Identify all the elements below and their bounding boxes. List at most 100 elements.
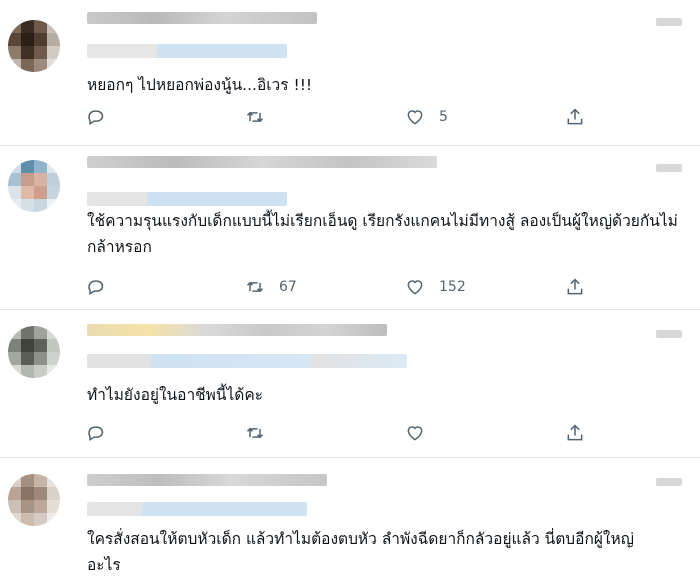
- avatar-pixel: [8, 500, 21, 513]
- tweet-actions: 5: [85, 104, 605, 130]
- like-button[interactable]: [405, 420, 439, 446]
- avatar-pixel: [8, 59, 21, 72]
- more-options-icon[interactable]: [656, 18, 682, 26]
- heart-icon: [407, 280, 423, 295]
- retweet-icon: [246, 111, 264, 123]
- avatar-pixel: [47, 500, 60, 513]
- share-icon: [567, 424, 583, 441]
- avatar-pixel: [21, 160, 34, 173]
- avatar-pixel: [47, 352, 60, 365]
- avatar-pixel: [47, 33, 60, 46]
- tweet-1: หยอกๆ ไปหยอกพ่องนู้น...อิเวร !!! 5: [0, 0, 700, 146]
- blurred-handle: [87, 354, 407, 368]
- avatar-pixel: [8, 513, 21, 526]
- retweet-icon: [246, 281, 264, 293]
- tweet-text: ทำไมยังอยู่ในอาชีพนี้ได้คะ: [87, 386, 264, 404]
- avatar-pixel: [34, 59, 47, 72]
- avatar-pixel: [47, 20, 60, 33]
- avatar-pixel: [47, 173, 60, 186]
- avatar-pixel: [21, 513, 34, 526]
- more-options-icon[interactable]: [656, 330, 682, 338]
- avatar-pixel: [47, 160, 60, 173]
- avatar[interactable]: [8, 474, 60, 526]
- like-button[interactable]: 152: [405, 274, 466, 300]
- retweet-button[interactable]: [245, 104, 279, 130]
- avatar-pixel: [8, 365, 21, 378]
- avatar-pixel: [21, 474, 34, 487]
- avatar-pixel: [34, 487, 47, 500]
- tweet-text: ใช้ความรุนแรงกับเด็กแบบนี้ไม่เรียกเอ็นดู…: [87, 212, 678, 256]
- avatar-pixel: [8, 352, 21, 365]
- avatar-pixel: [8, 20, 21, 33]
- avatar-pixel: [8, 186, 21, 199]
- avatar-pixel: [34, 33, 47, 46]
- avatar-pixel: [8, 199, 21, 212]
- reply-icon: [88, 280, 104, 295]
- share-icon: [567, 108, 583, 125]
- tweet-2: ใช้ความรุนแรงกับเด็กแบบนี้ไม่เรียกเอ็นดู…: [0, 146, 700, 310]
- avatar[interactable]: [8, 160, 60, 212]
- tweet-4: ใครสั่งสอนให้ตบหัวเด็ก แล้วทำไมต้องตบหัว…: [0, 458, 700, 584]
- avatar-pixel: [8, 487, 21, 500]
- reply-button[interactable]: [85, 104, 119, 130]
- avatar-pixel: [34, 474, 47, 487]
- avatar-pixel: [34, 326, 47, 339]
- blurred-handle: [87, 192, 287, 206]
- more-options-icon[interactable]: [656, 164, 682, 172]
- reply-button[interactable]: [85, 274, 119, 300]
- avatar-pixel: [47, 487, 60, 500]
- avatar-pixel: [8, 474, 21, 487]
- avatar-pixel: [21, 365, 34, 378]
- like-count: 152: [439, 279, 466, 295]
- avatar-pixel: [34, 199, 47, 212]
- avatar-pixel: [34, 339, 47, 352]
- more-options-icon[interactable]: [656, 478, 682, 486]
- avatar-pixel: [21, 326, 34, 339]
- blurred-handle: [87, 44, 287, 58]
- like-button[interactable]: 5: [405, 104, 448, 130]
- avatar-pixel: [21, 199, 34, 212]
- avatar-pixel: [21, 500, 34, 513]
- avatar-pixel: [34, 46, 47, 59]
- avatar[interactable]: [8, 20, 60, 72]
- avatar-pixel: [21, 352, 34, 365]
- share-button[interactable]: [565, 274, 585, 300]
- blurred-handle: [87, 502, 307, 516]
- reply-button[interactable]: [85, 420, 119, 446]
- retweet-button[interactable]: 67: [245, 274, 297, 300]
- avatar[interactable]: [8, 326, 60, 378]
- avatar-pixel: [8, 339, 21, 352]
- avatar-pixel: [21, 173, 34, 186]
- avatar-pixel: [34, 20, 47, 33]
- retweet-button[interactable]: [245, 420, 279, 446]
- share-button[interactable]: [565, 420, 585, 446]
- avatar-pixel: [47, 474, 60, 487]
- avatar-pixel: [21, 46, 34, 59]
- retweet-count: 67: [279, 279, 297, 295]
- avatar-pixel: [21, 20, 34, 33]
- avatar-pixel: [34, 186, 47, 199]
- blurred-username: [87, 474, 327, 486]
- avatar-pixel: [47, 46, 60, 59]
- avatar-pixel: [47, 59, 60, 72]
- share-button[interactable]: [565, 104, 585, 130]
- avatar-pixel: [21, 339, 34, 352]
- avatar-pixel: [21, 487, 34, 500]
- avatar-pixel: [47, 339, 60, 352]
- avatar-pixel: [47, 326, 60, 339]
- avatar-pixel: [47, 186, 60, 199]
- reply-icon: [88, 426, 104, 441]
- blurred-username: [87, 324, 387, 336]
- avatar-pixel: [47, 199, 60, 212]
- reply-icon: [88, 110, 104, 125]
- tweet-actions: [85, 420, 605, 446]
- avatar-pixel: [34, 160, 47, 173]
- avatar-pixel: [21, 33, 34, 46]
- tweet-text: หยอกๆ ไปหยอกพ่องนู้น...อิเวร !!!: [87, 76, 313, 94]
- retweet-icon: [246, 427, 264, 439]
- avatar-pixel: [34, 513, 47, 526]
- avatar-pixel: [8, 160, 21, 173]
- share-icon: [567, 278, 583, 295]
- avatar-pixel: [21, 59, 34, 72]
- avatar-pixel: [8, 173, 21, 186]
